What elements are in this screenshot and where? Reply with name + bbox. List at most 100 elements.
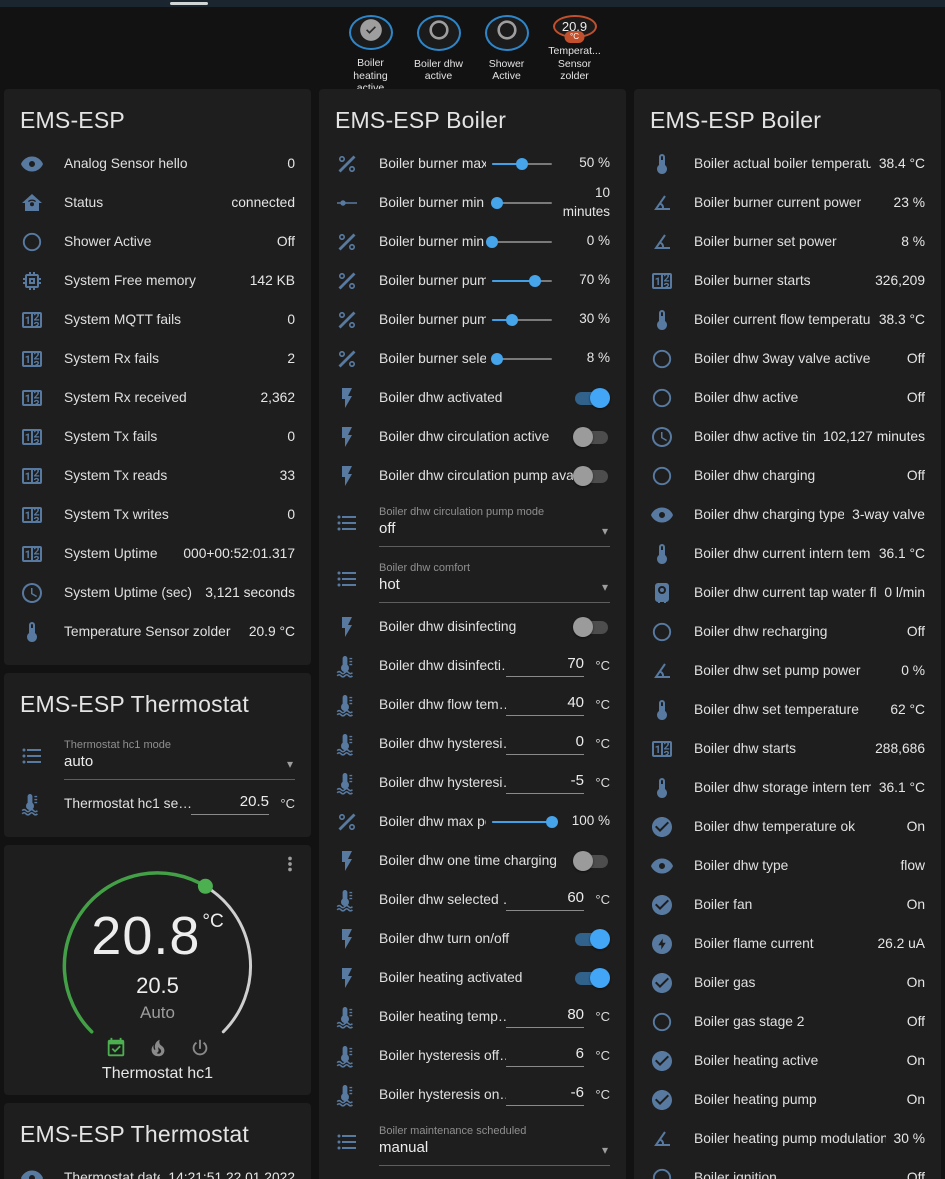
entity-row[interactable]: Boiler heating pumpOn	[650, 1080, 925, 1119]
entity-row[interactable]: System Uptime000+00:52:01.317	[20, 534, 295, 573]
badge-circle[interactable]	[417, 15, 461, 51]
entity-row[interactable]: Boiler dhw typeflow	[650, 846, 925, 885]
slider[interactable]	[492, 157, 552, 171]
entity-row[interactable]: Boiler dhw circulation pump modeoff▾	[335, 495, 610, 551]
entity-row[interactable]: Boiler burner starts326,209	[650, 261, 925, 300]
entity-row[interactable]: Boiler actual boiler temperature38.4 °C	[650, 144, 925, 183]
entity-row[interactable]: Boiler gas stage 2Off	[650, 1002, 925, 1041]
toggle-switch[interactable]	[573, 851, 610, 871]
slider[interactable]	[492, 274, 552, 288]
slider-knob[interactable]	[506, 314, 518, 326]
entity-row[interactable]: System Tx fails0	[20, 417, 295, 456]
number-input[interactable]: -5	[506, 772, 584, 794]
number-input[interactable]: 20.5	[191, 793, 269, 815]
toggle-knob[interactable]	[573, 466, 593, 486]
entity-row[interactable]: Boiler burner selecte…8 %	[335, 339, 610, 378]
entity-row[interactable]: Boiler maintenance scheduledmanual▾	[335, 1114, 610, 1170]
slider-knob[interactable]	[491, 353, 503, 365]
entity-row[interactable]: Boiler dhw starts288,686	[650, 729, 925, 768]
entity-row[interactable]: Analog Sensor hello0	[20, 144, 295, 183]
chevron-down-icon[interactable]: ▾	[602, 524, 608, 538]
entity-row[interactable]: Boiler flame current26.2 uA	[650, 924, 925, 963]
fire-icon[interactable]	[147, 1037, 169, 1059]
entity-row[interactable]: Temperature Sensor zolder20.9 °C	[20, 612, 295, 651]
slider-knob[interactable]	[486, 236, 498, 248]
number-input[interactable]: 70	[506, 655, 584, 677]
entity-row[interactable]: System Tx writes0	[20, 495, 295, 534]
entity-row[interactable]: Boiler dhw storage intern temperature36.…	[650, 768, 925, 807]
entity-row[interactable]: Boiler dhw set pump power0 %	[650, 651, 925, 690]
entity-row[interactable]: Boiler burner pump …70 %	[335, 261, 610, 300]
entity-row[interactable]: Boiler dhw set temperature62 °C	[650, 690, 925, 729]
entity-row[interactable]: Boiler burner pump …30 %	[335, 300, 610, 339]
toggle-switch[interactable]	[573, 388, 610, 408]
slider[interactable]	[492, 196, 552, 210]
badge-2[interactable]: Shower Active	[478, 15, 536, 83]
entity-row[interactable]: System Rx received2,362	[20, 378, 295, 417]
toggle-switch[interactable]	[573, 617, 610, 637]
badge-circle[interactable]	[349, 15, 393, 50]
entity-row[interactable]: Boiler dhw temperature okOn	[650, 807, 925, 846]
entity-row[interactable]: Boiler dhw turn on/off	[335, 919, 610, 958]
slider-knob[interactable]	[516, 158, 528, 170]
entity-row[interactable]: Thermostat hc1 se…20.5°C	[20, 784, 295, 823]
badge-0[interactable]: Boiler heating active	[342, 15, 400, 83]
entity-row[interactable]: System Rx fails2	[20, 339, 295, 378]
number-input[interactable]: 80	[506, 1006, 584, 1028]
entity-row[interactable]: Boiler heating temp…80°C	[335, 997, 610, 1036]
badge-circle[interactable]: 20.9°C	[553, 15, 597, 38]
select-field[interactable]: Boiler dhw comforthot▾	[379, 556, 610, 603]
entity-row[interactable]: Boiler dhw hysteresi…0°C	[335, 724, 610, 763]
entity-row[interactable]: Boiler dhw disinfecti…70°C	[335, 646, 610, 685]
slider[interactable]	[492, 352, 552, 366]
entity-row[interactable]: Boiler dhw comforthot▾	[335, 551, 610, 607]
entity-row[interactable]: Boiler fanOn	[650, 885, 925, 924]
select-field[interactable]: Boiler dhw circulation pump modeoff▾	[379, 500, 610, 547]
toggle-knob[interactable]	[590, 929, 610, 949]
badge-circle[interactable]	[485, 15, 529, 51]
entity-row[interactable]: Boiler dhw selected …60°C	[335, 880, 610, 919]
number-input[interactable]: 6	[506, 1045, 584, 1067]
entity-row[interactable]: Boiler dhw circulation active	[335, 417, 610, 456]
number-input[interactable]: 40	[506, 694, 584, 716]
slider[interactable]	[492, 815, 552, 829]
toggle-switch[interactable]	[573, 427, 610, 447]
entity-row[interactable]: System Uptime (sec)3,121 seconds	[20, 573, 295, 612]
entity-row[interactable]: System Free memory142 KB	[20, 261, 295, 300]
number-input[interactable]: 60	[506, 889, 584, 911]
slider[interactable]	[492, 235, 552, 249]
slider[interactable]	[492, 313, 552, 327]
entity-row[interactable]: Boiler dhw rechargingOff	[650, 612, 925, 651]
toggle-switch[interactable]	[573, 466, 610, 486]
entity-row[interactable]: Boiler burner set power8 %	[650, 222, 925, 261]
entity-row[interactable]: Boiler ignitionOff	[650, 1158, 925, 1179]
entity-row[interactable]: Boiler dhw active time102,127 minutes	[650, 417, 925, 456]
number-input[interactable]: 0	[506, 733, 584, 755]
entity-row[interactable]: System Tx reads33	[20, 456, 295, 495]
entity-row[interactable]: Boiler hysteresis off…6°C	[335, 1036, 610, 1075]
entity-row[interactable]: Boiler dhw disinfecting	[335, 607, 610, 646]
calendar-sync-icon[interactable]	[105, 1037, 127, 1059]
entity-row[interactable]: Boiler dhw flow tem…40°C	[335, 685, 610, 724]
toggle-knob[interactable]	[590, 388, 610, 408]
entity-row[interactable]: Boiler dhw current tap water flow0 l/min	[650, 573, 925, 612]
toggle-knob[interactable]	[590, 968, 610, 988]
dial-handle[interactable]	[198, 879, 213, 894]
entity-row[interactable]: Boiler dhw one time charging	[335, 841, 610, 880]
entity-row[interactable]: Boiler burner min po…0 %	[335, 222, 610, 261]
entity-row[interactable]: Boiler dhw hysteresi…-5°C	[335, 763, 610, 802]
entity-row[interactable]: Boiler dhw activated	[335, 378, 610, 417]
entity-row[interactable]: Boiler current flow temperature38.3 °C	[650, 300, 925, 339]
entity-row[interactable]: Boiler hysteresis on…-6°C	[335, 1075, 610, 1114]
toggle-knob[interactable]	[573, 617, 593, 637]
entity-row[interactable]: Boiler dhw current intern temperature36.…	[650, 534, 925, 573]
tab-indicator[interactable]	[170, 2, 208, 5]
entity-row[interactable]: Boiler heating activeOn	[650, 1041, 925, 1080]
entity-row[interactable]: Boiler dhw activeOff	[650, 378, 925, 417]
entity-row[interactable]: Boiler heating pump modulation30 %	[650, 1119, 925, 1158]
entity-row[interactable]: Boiler gasOn	[650, 963, 925, 1002]
entity-row[interactable]: System MQTT fails0	[20, 300, 295, 339]
entity-row[interactable]: Boiler burner current power23 %	[650, 183, 925, 222]
entity-row[interactable]: Boiler dhw 3way valve activeOff	[650, 339, 925, 378]
chevron-down-icon[interactable]: ▾	[287, 757, 293, 771]
